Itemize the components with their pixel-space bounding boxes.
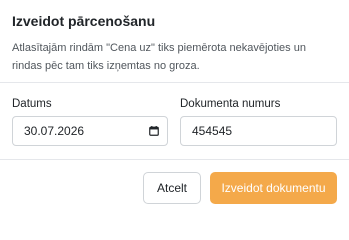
create-repricing-dialog: Izveidot pārcenošanu Atlasītajām rindām … xyxy=(0,0,349,214)
document-number-label: Dokumenta numurs xyxy=(180,98,281,110)
create-document-button[interactable]: Izveidot dokumentu xyxy=(210,172,337,204)
date-value: 30.07.2026 xyxy=(24,124,85,138)
dialog-title: Izveidot pārcenošanu xyxy=(12,13,156,29)
footer-divider xyxy=(0,159,349,160)
date-label: Datums xyxy=(12,98,52,110)
document-number-field-group: Dokumenta numurs 454545 xyxy=(180,97,337,146)
document-number-input[interactable]: 454545 xyxy=(180,116,337,146)
document-number-value: 454545 xyxy=(192,124,233,138)
dialog-description: Atlasītajām rindām "Cena uz" tiks piemēr… xyxy=(12,42,306,72)
calendar-icon[interactable] xyxy=(149,126,159,136)
header-divider xyxy=(0,82,349,83)
cancel-button[interactable]: Atcelt xyxy=(143,172,201,204)
date-input[interactable]: 30.07.2026 xyxy=(12,116,168,146)
dialog-header: Izveidot pārcenošanu Atlasītajām rindām … xyxy=(12,12,337,75)
date-field-group: Datums 30.07.2026 xyxy=(12,97,168,146)
